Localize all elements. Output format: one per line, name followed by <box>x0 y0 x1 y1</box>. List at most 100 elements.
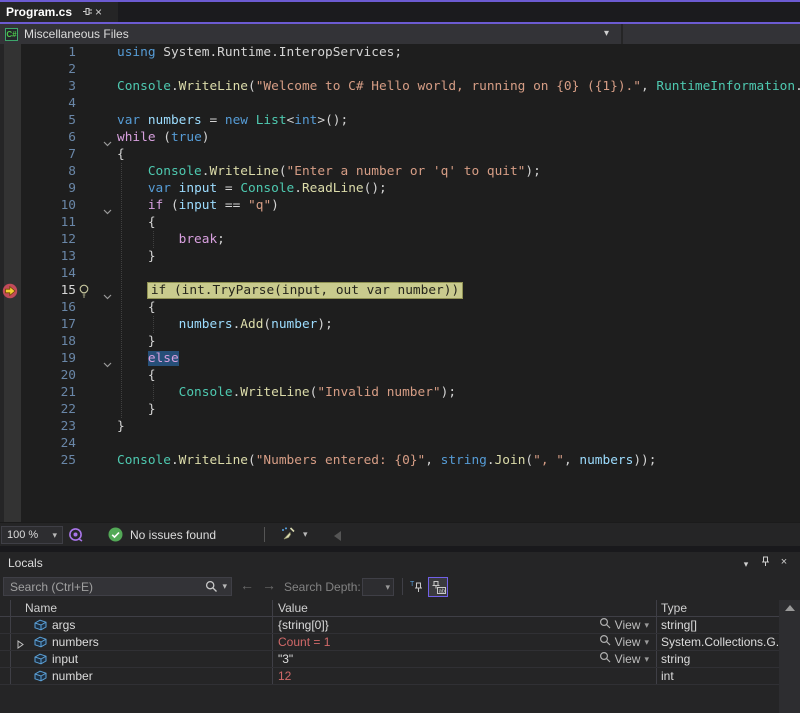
code-line[interactable]: 16 { <box>0 299 800 316</box>
view-button[interactable]: View▾ <box>599 634 649 650</box>
search-next-arrow[interactable]: → <box>262 577 276 593</box>
locals-title-bar[interactable]: Locals ▾ × <box>0 552 800 574</box>
editor-health-indicator-icon[interactable] <box>68 527 83 547</box>
column-header-value[interactable]: Value <box>278 601 308 615</box>
code-line[interactable]: 8 Console.WriteLine("Enter a number or '… <box>0 163 800 180</box>
code-line[interactable]: 7{ <box>0 146 800 163</box>
variable-value[interactable]: "3" <box>278 652 293 666</box>
chevron-down-icon: ▾ <box>644 637 649 648</box>
fold-gutter <box>76 146 117 163</box>
code-line[interactable]: 20 { <box>0 367 800 384</box>
code-line[interactable]: 19 else <box>0 350 800 367</box>
svg-text:T: T <box>410 581 415 588</box>
line-number: 24 <box>0 435 76 452</box>
code-line[interactable]: 6while (true) <box>0 129 800 146</box>
view-label: View <box>615 618 641 632</box>
zoom-dropdown[interactable]: 100 % ▾ <box>1 526 63 544</box>
expand-arrow-icon[interactable] <box>17 638 24 652</box>
code-line[interactable]: 18 } <box>0 333 800 350</box>
code-line[interactable]: 25Console.WriteLine("Numbers entered: {0… <box>0 452 800 469</box>
code-cleanup-button[interactable]: ▾ <box>280 526 308 543</box>
code-line[interactable]: 17 numbers.Add(number); <box>0 316 800 333</box>
pinnable-properties-button[interactable]: ab <box>428 577 448 597</box>
line-number: 10 <box>0 197 76 214</box>
fold-gutter <box>76 231 117 248</box>
tab-title: Program.cs <box>6 5 72 19</box>
search-prev-arrow[interactable]: ← <box>240 577 254 593</box>
current-statement-breakpoint-icon[interactable] <box>2 283 18 304</box>
code-line[interactable]: 3Console.WriteLine("Welcome to C# Hello … <box>0 78 800 95</box>
fold-gutter <box>76 197 117 214</box>
code-text: } <box>117 248 156 265</box>
pin-icon[interactable] <box>757 556 773 571</box>
fold-gutter <box>76 95 117 112</box>
pin-icon[interactable] <box>82 6 93 19</box>
variable-value[interactable]: {string[0]} <box>278 618 329 632</box>
code-editor[interactable]: 1using System.Runtime.InteropServices;23… <box>0 44 800 522</box>
chevron-down-icon: ▾ <box>52 530 57 541</box>
issues-status[interactable]: No issues found <box>108 527 216 542</box>
filter-pinned-properties-button[interactable]: T <box>407 577 427 597</box>
line-number: 12 <box>0 231 76 248</box>
chevron-down-icon: ▾ <box>644 620 649 631</box>
variable-icon <box>34 619 47 634</box>
code-line[interactable]: 13 } <box>0 248 800 265</box>
table-row[interactable]: input"3"View▾string <box>0 651 779 668</box>
view-button[interactable]: View▾ <box>599 651 649 667</box>
variable-value[interactable]: Count = 1 <box>278 635 330 649</box>
fold-gutter <box>76 316 117 333</box>
code-line[interactable]: 11 { <box>0 214 800 231</box>
close-icon[interactable]: × <box>95 6 102 18</box>
line-number: 21 <box>0 384 76 401</box>
code-line[interactable]: 22 } <box>0 401 800 418</box>
code-line[interactable]: 24 <box>0 435 800 452</box>
table-row[interactable]: numbersCount = 1View▾System.Collections.… <box>0 634 779 651</box>
view-button[interactable]: View▾ <box>599 617 649 633</box>
code-line[interactable]: 2 <box>0 61 800 78</box>
code-line[interactable]: 1using System.Runtime.InteropServices; <box>0 44 800 61</box>
fold-gutter <box>76 112 117 129</box>
line-number: 23 <box>0 418 76 435</box>
fold-gutter <box>76 350 117 367</box>
fold-gutter <box>76 248 117 265</box>
code-line[interactable]: 9 var input = Console.ReadLine(); <box>0 180 800 197</box>
chevron-down-icon[interactable]: ▾ <box>222 581 227 592</box>
table-row[interactable]: number12int <box>0 668 779 685</box>
code-text: { <box>117 146 125 163</box>
code-line[interactable]: 4 <box>0 95 800 112</box>
fold-gutter <box>76 367 117 384</box>
search-icon[interactable] <box>205 580 218 593</box>
code-line[interactable]: 14 <box>0 265 800 282</box>
code-line[interactable]: 5var numbers = new List<int>(); <box>0 112 800 129</box>
line-number: 3 <box>0 78 76 95</box>
search-input[interactable] <box>8 579 205 595</box>
line-number: 11 <box>0 214 76 231</box>
search-box[interactable]: ▾ <box>3 577 232 596</box>
tab-program-cs[interactable]: Program.cs × <box>0 2 118 22</box>
close-icon[interactable]: × <box>776 556 792 568</box>
chevron-down-icon[interactable]: ▾ <box>604 28 609 39</box>
code-line[interactable]: 15 if (int.TryParse(input, out var numbe… <box>0 282 800 299</box>
scroll-left-arrow[interactable] <box>334 531 341 541</box>
search-depth-dropdown[interactable]: ▾ <box>362 578 394 596</box>
vs-editor-window: Program.cs × C# Miscellaneous Files ▾ 1u… <box>0 0 800 713</box>
line-number: 20 <box>0 367 76 384</box>
code-line[interactable]: 10 if (input == "q") <box>0 197 800 214</box>
toolbar-separator <box>402 578 403 595</box>
table-row[interactable]: args{string[0]}View▾string[] <box>0 617 779 634</box>
column-header-type[interactable]: Type <box>661 601 687 615</box>
window-position-icon[interactable]: ▾ <box>738 559 754 570</box>
fold-gutter <box>76 333 117 350</box>
fold-gutter <box>76 418 117 435</box>
vertical-scrollbar[interactable] <box>779 600 800 713</box>
code-line[interactable]: 23} <box>0 418 800 435</box>
scroll-up-arrow[interactable] <box>785 605 795 611</box>
variable-value[interactable]: 12 <box>278 669 291 683</box>
code-line[interactable]: 12 break; <box>0 231 800 248</box>
chevron-down-icon: ▾ <box>303 529 308 540</box>
column-header-name[interactable]: Name <box>25 601 57 615</box>
line-number: 19 <box>0 350 76 367</box>
check-circle-icon <box>108 527 123 542</box>
project-dropdown[interactable]: Miscellaneous Files <box>24 27 129 41</box>
code-line[interactable]: 21 Console.WriteLine("Invalid number"); <box>0 384 800 401</box>
